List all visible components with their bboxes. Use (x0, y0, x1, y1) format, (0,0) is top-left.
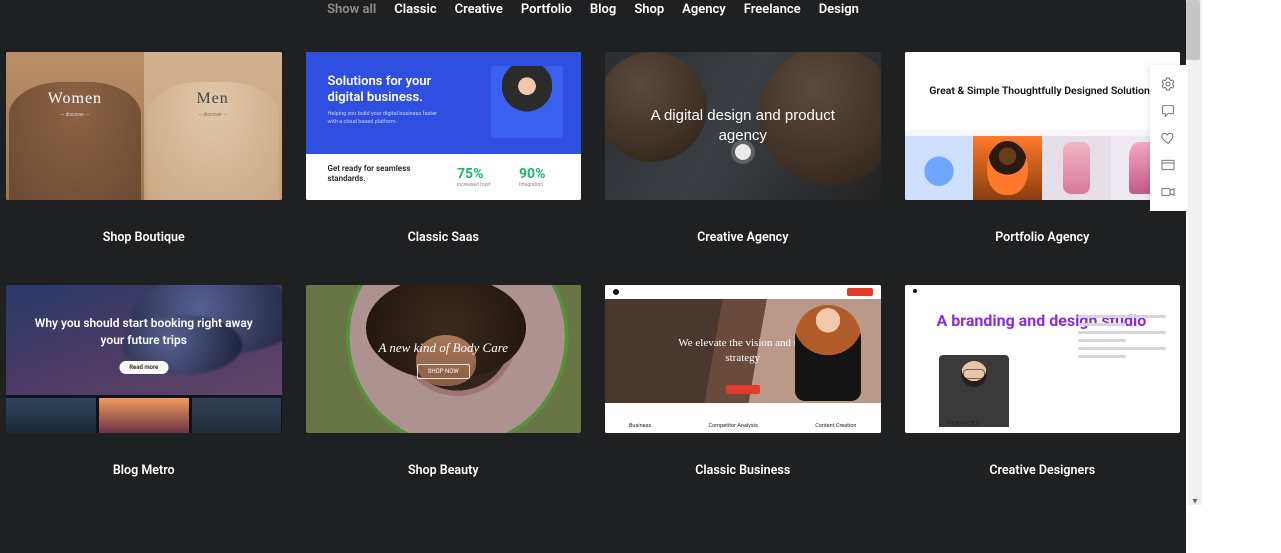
template-title: Shop Boutique (103, 230, 185, 245)
thumb-photo (491, 66, 563, 138)
category-filter-bar: Show all Classic Creative Portfolio Blog… (0, 0, 1186, 52)
template-title: Classic Business (695, 463, 790, 478)
thumb-headline: Great & Simple Thoughtfully Designed Sol… (929, 84, 1155, 99)
chat-icon[interactable] (1160, 103, 1176, 119)
video-icon[interactable] (1160, 184, 1176, 200)
scrollbar-track[interactable] (1188, 0, 1202, 505)
filter-agency[interactable]: Agency (682, 2, 726, 17)
filter-blog[interactable]: Blog (590, 2, 616, 17)
template-card[interactable]: Why you should start booking right away … (6, 285, 282, 478)
filter-show-all[interactable]: Show all (327, 2, 376, 17)
filter-creative[interactable]: Creative (455, 2, 503, 17)
filter-portfolio[interactable]: Portfolio (521, 2, 572, 17)
template-thumbnail: A new kind of Body Care SHOP NOW (306, 285, 582, 433)
template-title: Creative Designers (989, 463, 1095, 478)
filter-freelance[interactable]: Freelance (744, 2, 801, 17)
thumb-button: SHOP NOW (417, 364, 470, 379)
thumb-headline: Solutions for your digital business. (328, 74, 458, 107)
filter-classic[interactable]: Classic (394, 2, 436, 17)
template-card[interactable]: Solutions for your digital business. Hel… (306, 52, 582, 285)
action-rail (1150, 65, 1186, 211)
thumb-headline: Why you should start booking right away … (6, 315, 282, 349)
template-gallery-page: Show all Classic Creative Portfolio Blog… (0, 0, 1186, 553)
scroll-down-arrow[interactable]: ▾ (1188, 494, 1202, 508)
thumb-caption: Get ready for seamless standards. (306, 154, 458, 200)
template-title: Blog Metro (113, 463, 175, 478)
thumb-headline: A digital design and product agency (625, 106, 861, 147)
template-thumbnail: Great & Simple Thoughtfully Designed Sol… (905, 52, 1181, 200)
template-title: Shop Beauty (408, 463, 479, 478)
thumb-label-women: Women (6, 90, 144, 108)
gear-icon[interactable] (1160, 76, 1176, 92)
template-card[interactable]: A digital design and product agency Crea… (605, 52, 881, 285)
template-thumbnail: A digital design and product agency (605, 52, 881, 200)
template-card[interactable]: Women Men — discover — — discover — Shop… (6, 52, 282, 285)
thumb-button: Read more (119, 361, 168, 374)
template-grid: Women Men — discover — — discover — Shop… (0, 52, 1186, 478)
filter-shop[interactable]: Shop (634, 2, 664, 17)
layout-icon[interactable] (1160, 157, 1176, 173)
thumb-caption: ← SERVICES (939, 421, 981, 427)
thumb-headline: A new kind of Body Care (378, 340, 508, 356)
template-thumbnail: Why you should start booking right away … (6, 285, 282, 433)
template-card[interactable]: A new kind of Body Care SHOP NOW Shop Be… (306, 285, 582, 478)
template-title: Portfolio Agency (995, 230, 1089, 245)
filter-design[interactable]: Design (819, 2, 859, 17)
template-thumbnail: Solutions for your digital business. Hel… (306, 52, 582, 200)
thumb-subhead: Helping you build your digital business … (328, 110, 438, 127)
template-thumbnail: A branding and design studio ← SERVICES (905, 285, 1181, 433)
play-icon (735, 144, 751, 160)
template-title: Creative Agency (697, 230, 788, 245)
scrollbar-thumb[interactable] (1186, 0, 1200, 60)
template-thumbnail: We elevate the vision and the strategy B… (605, 285, 881, 433)
heart-icon[interactable] (1160, 130, 1176, 146)
template-title: Classic Saas (408, 230, 479, 245)
template-card[interactable]: Great & Simple Thoughtfully Designed Sol… (905, 52, 1181, 285)
template-thumbnail: Women Men — discover — — discover — (6, 52, 282, 200)
template-card[interactable]: A branding and design studio ← SERVICES … (905, 285, 1181, 478)
template-card[interactable]: We elevate the vision and the strategy B… (605, 285, 881, 478)
thumb-label-men: Men (144, 90, 282, 108)
